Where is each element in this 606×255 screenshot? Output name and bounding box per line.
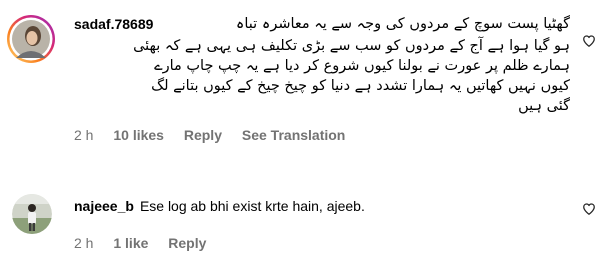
comment-meta: 2 h 10 likes Reply See Translation (74, 126, 570, 144)
comment-text: Ese log ab bhi exist krte hain, ajeeb. (139, 198, 365, 214)
comment-time[interactable]: 2 h (74, 127, 93, 143)
avatar[interactable] (12, 194, 52, 234)
avatar[interactable] (6, 14, 56, 64)
likes-count[interactable]: 1 like (113, 235, 148, 251)
reply-button[interactable]: Reply (184, 127, 222, 143)
comment-body: najeee_b Ese log ab bhi exist krte hain, … (74, 196, 570, 252)
comment-text-line: کیوں نہیں کھاتیں یہ ہمارا تشدد ہے دنیا ک… (151, 78, 570, 94)
avatar-image (12, 194, 52, 234)
avatar-image (7, 15, 55, 63)
username[interactable]: najeee_b (74, 198, 134, 214)
likes-count[interactable]: 10 likes (113, 127, 164, 143)
username[interactable]: sadaf.78689 (74, 16, 153, 32)
comment-text-line: گئی ہیں (518, 98, 570, 114)
comment-header: sadaf.78689 (74, 14, 570, 34)
comments-list: sadaf.78689 گھٹیا پست سوچ کے مردوں کی وج… (0, 0, 606, 255)
comment-header: najeee_b Ese log ab bhi exist krte hain, … (74, 196, 570, 216)
heart-outline-icon[interactable] (582, 202, 596, 216)
heart-outline-icon[interactable] (582, 34, 596, 48)
comment-body: sadaf.78689 گھٹیا پست سوچ کے مردوں کی وج… (74, 14, 570, 144)
reply-button[interactable]: Reply (168, 235, 206, 251)
comment-text-rest: ہو گیا ہوا ہے آج کے مردوں کو سب سے بڑی ت… (74, 36, 570, 116)
comment-time[interactable]: 2 h (74, 235, 93, 251)
see-translation-button[interactable]: See Translation (242, 127, 345, 143)
comment-meta: 2 h 1 like Reply (74, 234, 570, 252)
comment-text-line: ہو گیا ہوا ہے آج کے مردوں کو سب سے بڑی ت… (133, 38, 570, 54)
comment-text-line: ہمارے ظلم پر عورت نے بولنا کیوں شروع کر … (154, 58, 570, 74)
